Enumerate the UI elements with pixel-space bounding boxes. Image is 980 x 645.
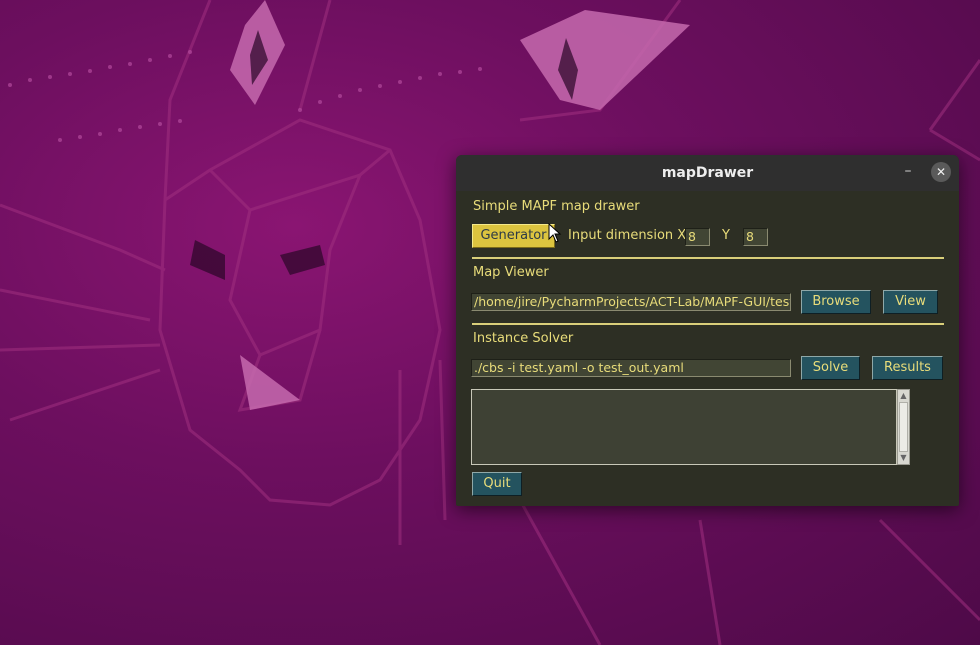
instance-solver-heading: Instance Solver — [473, 331, 574, 346]
scroll-up-arrow-icon[interactable]: ▲ — [899, 391, 908, 401]
solve-button[interactable]: Solve — [801, 356, 860, 380]
mouse-pointer-icon — [548, 223, 562, 243]
section-separator — [472, 257, 944, 259]
window-titlebar[interactable]: mapDrawer – ✕ — [456, 155, 959, 191]
scrollbar-thumb[interactable] — [899, 402, 908, 452]
solver-output-textarea[interactable] — [471, 389, 897, 465]
section-separator — [472, 323, 944, 325]
scroll-down-arrow-icon[interactable]: ▼ — [899, 453, 908, 463]
map-viewer-heading: Map Viewer — [473, 265, 549, 280]
close-icon[interactable]: ✕ — [931, 162, 951, 182]
dimension-y-input[interactable]: 8 — [743, 228, 768, 246]
window-title: mapDrawer — [661, 165, 754, 181]
dimension-x-input[interactable]: 8 — [685, 228, 710, 246]
mapdrawer-window: mapDrawer – ✕ Simple MAPF map drawer Gen… — [456, 155, 959, 506]
view-button[interactable]: View — [883, 290, 938, 314]
browse-button[interactable]: Browse — [801, 290, 871, 314]
results-button[interactable]: Results — [872, 356, 943, 380]
generator-section-heading: Simple MAPF map drawer — [473, 199, 640, 214]
output-scrollbar[interactable]: ▲ ▼ — [897, 389, 910, 465]
dimension-x-label: Input dimension X — [568, 228, 687, 243]
map-path-input[interactable]: /home/jire/PycharmProjects/ACT-Lab/MAPF-… — [471, 293, 791, 311]
minimize-icon[interactable]: – — [900, 163, 916, 181]
dimension-y-label: Y — [722, 228, 730, 243]
quit-button[interactable]: Quit — [472, 472, 522, 496]
solver-command-input[interactable]: ./cbs -i test.yaml -o test_out.yaml — [471, 359, 791, 377]
generator-button[interactable]: Generator — [472, 224, 555, 248]
